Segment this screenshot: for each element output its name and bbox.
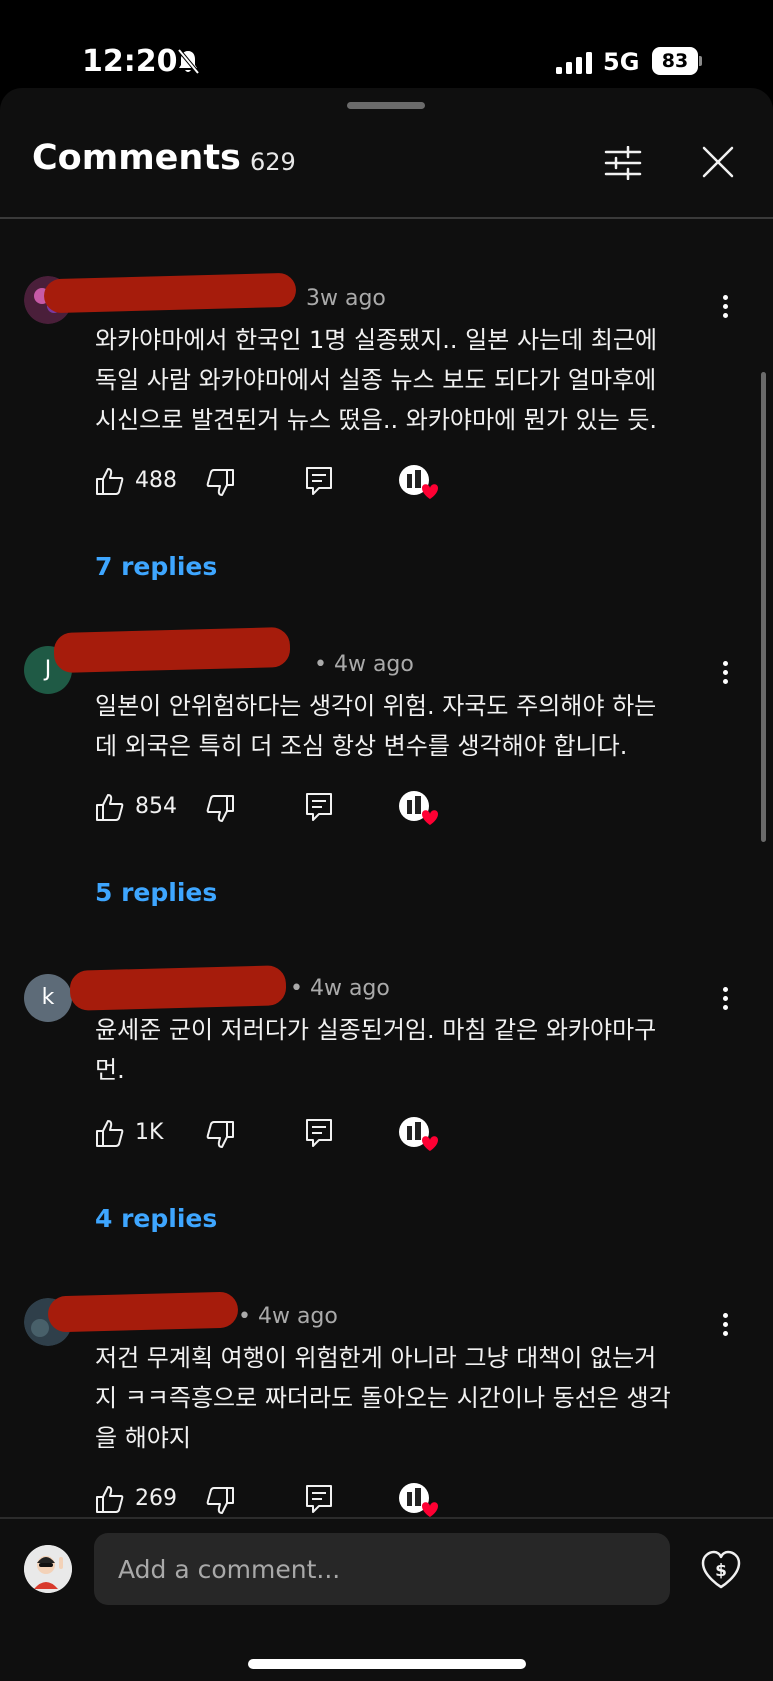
comment-text-line: 데 외국은 특히 더 조심 항상 변수를 생각해야 합니다. xyxy=(95,732,628,760)
comment-time: • 4w ago xyxy=(290,976,390,1001)
network-type: 5G xyxy=(603,48,640,76)
creator-heart-icon xyxy=(399,1117,438,1151)
dislike-icon[interactable] xyxy=(205,794,235,824)
header-divider xyxy=(0,217,773,219)
reply-icon[interactable] xyxy=(305,1118,333,1148)
home-indicator[interactable] xyxy=(248,1659,526,1669)
battery-icon: 83 xyxy=(652,47,702,77)
like-icon[interactable] xyxy=(95,1118,125,1148)
comment-text-line: 저건 무계획 여행이 위험한게 아니라 그냥 대책이 없는거 xyxy=(95,1344,657,1372)
like-icon[interactable] xyxy=(95,792,125,822)
like-count: 854 xyxy=(135,794,177,819)
view-replies-link[interactable]: 5 replies xyxy=(95,878,217,907)
creator-heart-icon xyxy=(399,1483,438,1517)
like-count: 1K xyxy=(135,1120,164,1145)
comment-input[interactable] xyxy=(94,1533,670,1605)
dislike-icon[interactable] xyxy=(205,1120,235,1150)
comment-text-line: 시신으로 발견된거 뉴스 떴음.. 와카야마에 뭔가 있는 듯. xyxy=(95,406,658,434)
dislike-icon[interactable] xyxy=(205,1486,235,1516)
comment-time: • 4w ago xyxy=(238,1304,338,1329)
like-count: 488 xyxy=(135,468,177,493)
comment-actions: 1K xyxy=(95,1116,495,1156)
page-title: Comments xyxy=(32,138,241,178)
like-icon[interactable] xyxy=(95,466,125,496)
reply-icon[interactable] xyxy=(305,466,333,496)
comment-actions: 488 xyxy=(95,464,495,504)
scrollbar[interactable] xyxy=(761,372,766,842)
view-replies-link[interactable]: 4 replies xyxy=(95,1204,217,1233)
avatar-icon[interactable] xyxy=(24,1545,72,1593)
redacted-username xyxy=(43,272,297,314)
svg-text:$: $ xyxy=(715,1561,727,1581)
avatar[interactable]: k xyxy=(24,974,72,1022)
like-count: 269 xyxy=(135,1486,177,1511)
comment-text: 윤세준 군이 저러다가 실종된거임. 마침 같은 와카야마구 먼. xyxy=(95,1010,735,1090)
comment-time: • 4w ago xyxy=(314,652,414,677)
super-thanks-icon[interactable]: $ xyxy=(700,1549,742,1591)
status-bar: 12:20 5G 83 xyxy=(0,0,773,90)
comment-time: 3w ago xyxy=(306,286,386,311)
creator-heart-icon xyxy=(399,791,438,825)
close-icon[interactable] xyxy=(700,144,736,180)
comment-text: 와카야마에서 한국인 1명 실종됐지.. 일본 사는데 최근에 독일 사람 와카… xyxy=(95,320,735,440)
battery-level: 83 xyxy=(652,47,698,75)
redacted-username xyxy=(69,965,287,1011)
filter-icon[interactable] xyxy=(604,146,642,180)
comment-text-line: 와카야마에서 한국인 1명 실종됐지.. 일본 사는데 최근에 xyxy=(95,326,658,354)
comment-text-line: 일본이 안위험하다는 생각이 위험. 자국도 주의해야 하는 xyxy=(95,692,657,720)
comment-text-line: 먼. xyxy=(95,1056,125,1084)
reply-icon[interactable] xyxy=(305,792,333,822)
view-replies-link[interactable]: 7 replies xyxy=(95,552,217,581)
comment-actions: 854 xyxy=(95,790,495,830)
sheet-drag-handle[interactable] xyxy=(347,102,425,109)
comment-count: 629 xyxy=(250,148,296,176)
signal-icon xyxy=(556,52,592,74)
creator-heart-icon xyxy=(399,465,438,499)
redacted-username xyxy=(47,1291,239,1333)
reply-icon[interactable] xyxy=(305,1484,333,1514)
comment-text-line: 윤세준 군이 저러다가 실종된거임. 마침 같은 와카야마구 xyxy=(95,1016,657,1044)
dislike-icon[interactable] xyxy=(205,468,235,498)
like-icon[interactable] xyxy=(95,1484,125,1514)
comment-text-line: 독일 사람 와카야마에서 실종 뉴스 보도 되다가 얼마후에 xyxy=(95,366,657,394)
redacted-username xyxy=(53,626,291,674)
comment-text: 일본이 안위험하다는 생각이 위험. 자국도 주의해야 하는 데 외국은 특히 … xyxy=(95,686,735,766)
comment-text: 저건 무계획 여행이 위험한게 아니라 그냥 대책이 없는거 지 ㅋㅋ즉흥으로 … xyxy=(95,1338,735,1458)
bell-off-icon xyxy=(177,48,200,75)
comment-composer: $ xyxy=(0,1517,773,1681)
comment-actions: 269 xyxy=(95,1482,495,1522)
comments-header: Comments 629 xyxy=(0,138,773,198)
comment-text-line: 지 ㅋㅋ즉흥으로 짜더라도 돌아오는 시간이나 동선은 생각 xyxy=(95,1384,671,1412)
status-time: 12:20 xyxy=(82,44,178,79)
comment-text-line: 을 해야지 xyxy=(95,1424,191,1452)
